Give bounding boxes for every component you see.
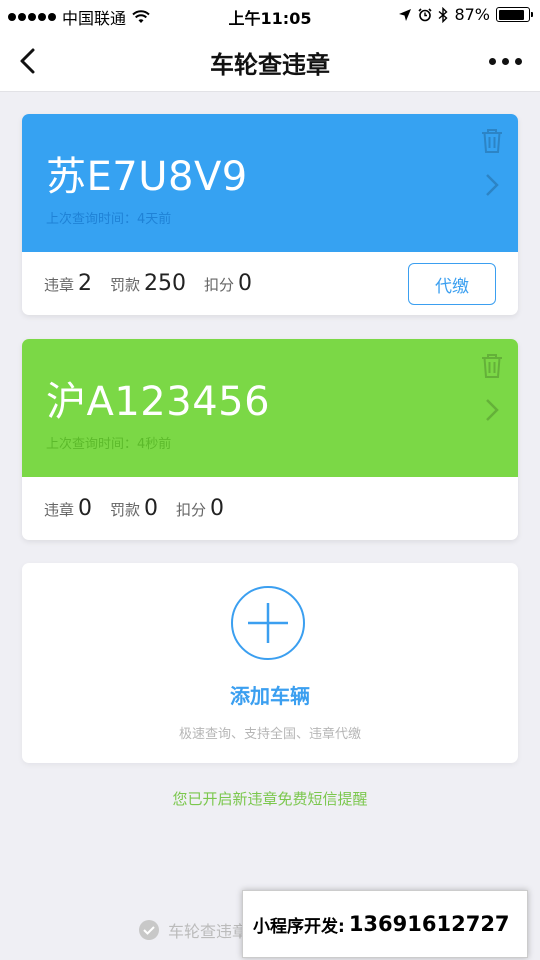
trash-icon[interactable] <box>480 353 504 379</box>
trash-icon[interactable] <box>480 128 504 154</box>
status-bar: 中国联通 上午11:05 87% <box>0 0 540 30</box>
fine-label: 罚款 <box>110 501 141 519</box>
points-stat: 扣分 0 <box>176 496 224 521</box>
location-icon <box>399 8 412 21</box>
fine-amount: 0 <box>144 496 159 521</box>
add-icon[interactable] <box>230 585 306 661</box>
fine-amount: 250 <box>144 271 187 296</box>
car-card-1[interactable]: 苏E7U8V9 上次查询时间：4天前 违章 2 罚款 250 扣分 0 代缴 <box>22 114 518 315</box>
fine-stat: 罚款 250 <box>110 271 186 296</box>
page-title: 车轮查违章 <box>210 51 330 79</box>
chevron-right-icon[interactable] <box>484 172 500 198</box>
developer-contact-banner: 小程序开发: 13691612727 <box>242 890 528 958</box>
pay-button[interactable]: 代缴 <box>408 263 496 305</box>
license-plate: 沪A123456 <box>46 379 271 425</box>
more-icon[interactable] <box>489 58 522 65</box>
chevron-right-icon[interactable] <box>484 397 500 423</box>
status-right: 87% <box>398 5 533 24</box>
battery-percent: 87% <box>454 5 490 24</box>
car-card-header[interactable]: 沪A123456 上次查询时间：4秒前 <box>22 339 518 477</box>
violations-stat: 违章 0 <box>44 496 92 521</box>
points-label: 扣分 <box>176 501 207 519</box>
add-vehicle-subtitle: 极速查询、支持全国、违章代缴 <box>178 727 361 742</box>
add-vehicle-title: 添加车辆 <box>230 684 310 708</box>
footer-brand-name: 车轮查违章 <box>168 922 249 941</box>
developer-label: 小程序开发: <box>253 916 345 937</box>
add-vehicle-card[interactable]: 添加车辆 极速查询、支持全国、违章代缴 <box>22 563 518 763</box>
points-label: 扣分 <box>204 276 235 294</box>
violations-count: 2 <box>78 271 93 296</box>
sms-notice-link[interactable]: 您已开启新违章免费短信提醒 <box>0 788 540 809</box>
alarm-icon <box>418 7 433 21</box>
car-card-2[interactable]: 沪A123456 上次查询时间：4秒前 违章 0 罚款 0 扣分 0 <box>22 339 518 540</box>
points-stat: 扣分 0 <box>204 271 252 296</box>
violations-count: 0 <box>78 496 93 521</box>
points-count: 0 <box>238 271 253 296</box>
points-count: 0 <box>210 496 225 521</box>
violations-label: 违章 <box>44 276 75 294</box>
car-card-stats: 违章 0 罚款 0 扣分 0 <box>22 477 518 540</box>
violations-label: 违章 <box>44 501 75 519</box>
fine-stat: 罚款 0 <box>110 496 158 521</box>
car-card-header[interactable]: 苏E7U8V9 上次查询时间：4天前 <box>22 114 518 252</box>
car-card-stats: 违章 2 罚款 250 扣分 0 代缴 <box>22 252 518 315</box>
fine-label: 罚款 <box>110 276 141 294</box>
nav-bar: 车轮查违章 <box>0 30 540 92</box>
last-query-time: 上次查询时间：4天前 <box>46 212 172 227</box>
violations-stat: 违章 2 <box>44 271 92 296</box>
footer-brand: 车轮查违章 <box>138 918 248 942</box>
check-icon <box>139 920 159 940</box>
last-query-time: 上次查询时间：4秒前 <box>46 437 172 452</box>
bluetooth-icon <box>438 6 448 23</box>
license-plate: 苏E7U8V9 <box>46 154 248 200</box>
battery-icon <box>496 7 533 22</box>
developer-phone: 13691612727 <box>348 912 510 936</box>
